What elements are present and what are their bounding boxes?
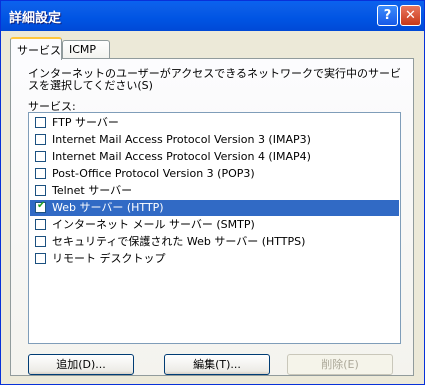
service-label: FTP サーバー <box>52 116 119 129</box>
service-checkbox[interactable] <box>35 219 46 230</box>
service-checkbox[interactable] <box>35 151 46 162</box>
service-row[interactable]: Telnet サーバー <box>30 183 399 199</box>
service-checkbox[interactable] <box>35 185 46 196</box>
service-row[interactable]: FTP サーバー <box>30 115 399 131</box>
service-row[interactable]: セキュリティで保護された Web サーバー (HTTPS) <box>30 234 399 250</box>
service-row[interactable]: インターネット メール サーバー (SMTP) <box>30 217 399 233</box>
tab-icmp[interactable]: ICMP <box>62 40 110 58</box>
help-button[interactable]: ? <box>377 5 398 26</box>
title-bar[interactable]: 詳細設定 ? ✕ <box>1 1 424 31</box>
service-checkbox[interactable] <box>35 168 46 179</box>
service-checkbox[interactable] <box>35 253 46 264</box>
service-label: Post-Office Protocol Version 3 (POP3) <box>52 167 255 180</box>
service-checkbox[interactable] <box>35 134 46 145</box>
checkmark-icon: ✔ <box>37 200 46 211</box>
service-checkbox[interactable] <box>35 236 46 247</box>
service-row[interactable]: Post-Office Protocol Version 3 (POP3) <box>30 166 399 182</box>
advanced-settings-dialog: 詳細設定 ? ✕ サービス ICMP インターネットのユーザーがアクセスできるネ… <box>0 0 425 385</box>
service-label: Internet Mail Access Protocol Version 3 … <box>52 133 311 146</box>
add-button[interactable]: 追加(D)... <box>28 354 134 375</box>
service-label: リモート デスクトップ <box>52 252 166 265</box>
services-list[interactable]: FTP サーバー Internet Mail Access Protocol Ve… <box>28 112 401 344</box>
tab-services[interactable]: サービス <box>10 37 62 60</box>
service-checkbox[interactable]: ✔ <box>35 200 46 213</box>
window-title: 詳細設定 <box>9 11 62 26</box>
close-button[interactable]: ✕ <box>400 5 421 26</box>
service-label: Telnet サーバー <box>52 184 133 197</box>
service-label: セキュリティで保護された Web サーバー (HTTPS) <box>52 235 306 248</box>
service-row[interactable]: ✔ Web サーバー (HTTP) <box>30 200 399 216</box>
delete-button: 削除(E) <box>287 354 393 375</box>
service-checkbox[interactable] <box>35 117 46 128</box>
service-row[interactable]: Internet Mail Access Protocol Version 4 … <box>30 149 399 165</box>
edit-button[interactable]: 編集(T)... <box>164 354 270 375</box>
service-row[interactable]: Internet Mail Access Protocol Version 3 … <box>30 132 399 148</box>
service-label: Internet Mail Access Protocol Version 4 … <box>52 150 311 163</box>
service-label: インターネット メール サーバー (SMTP) <box>52 218 255 231</box>
services-description: インターネットのユーザーがアクセスできるネットワークで実行中のサービスを選択して… <box>28 67 402 92</box>
service-label: Web サーバー (HTTP) <box>52 201 164 214</box>
tab-panel-services: インターネットのユーザーがアクセスできるネットワークで実行中のサービスを選択して… <box>10 58 414 376</box>
service-row[interactable]: リモート デスクトップ <box>30 251 399 267</box>
